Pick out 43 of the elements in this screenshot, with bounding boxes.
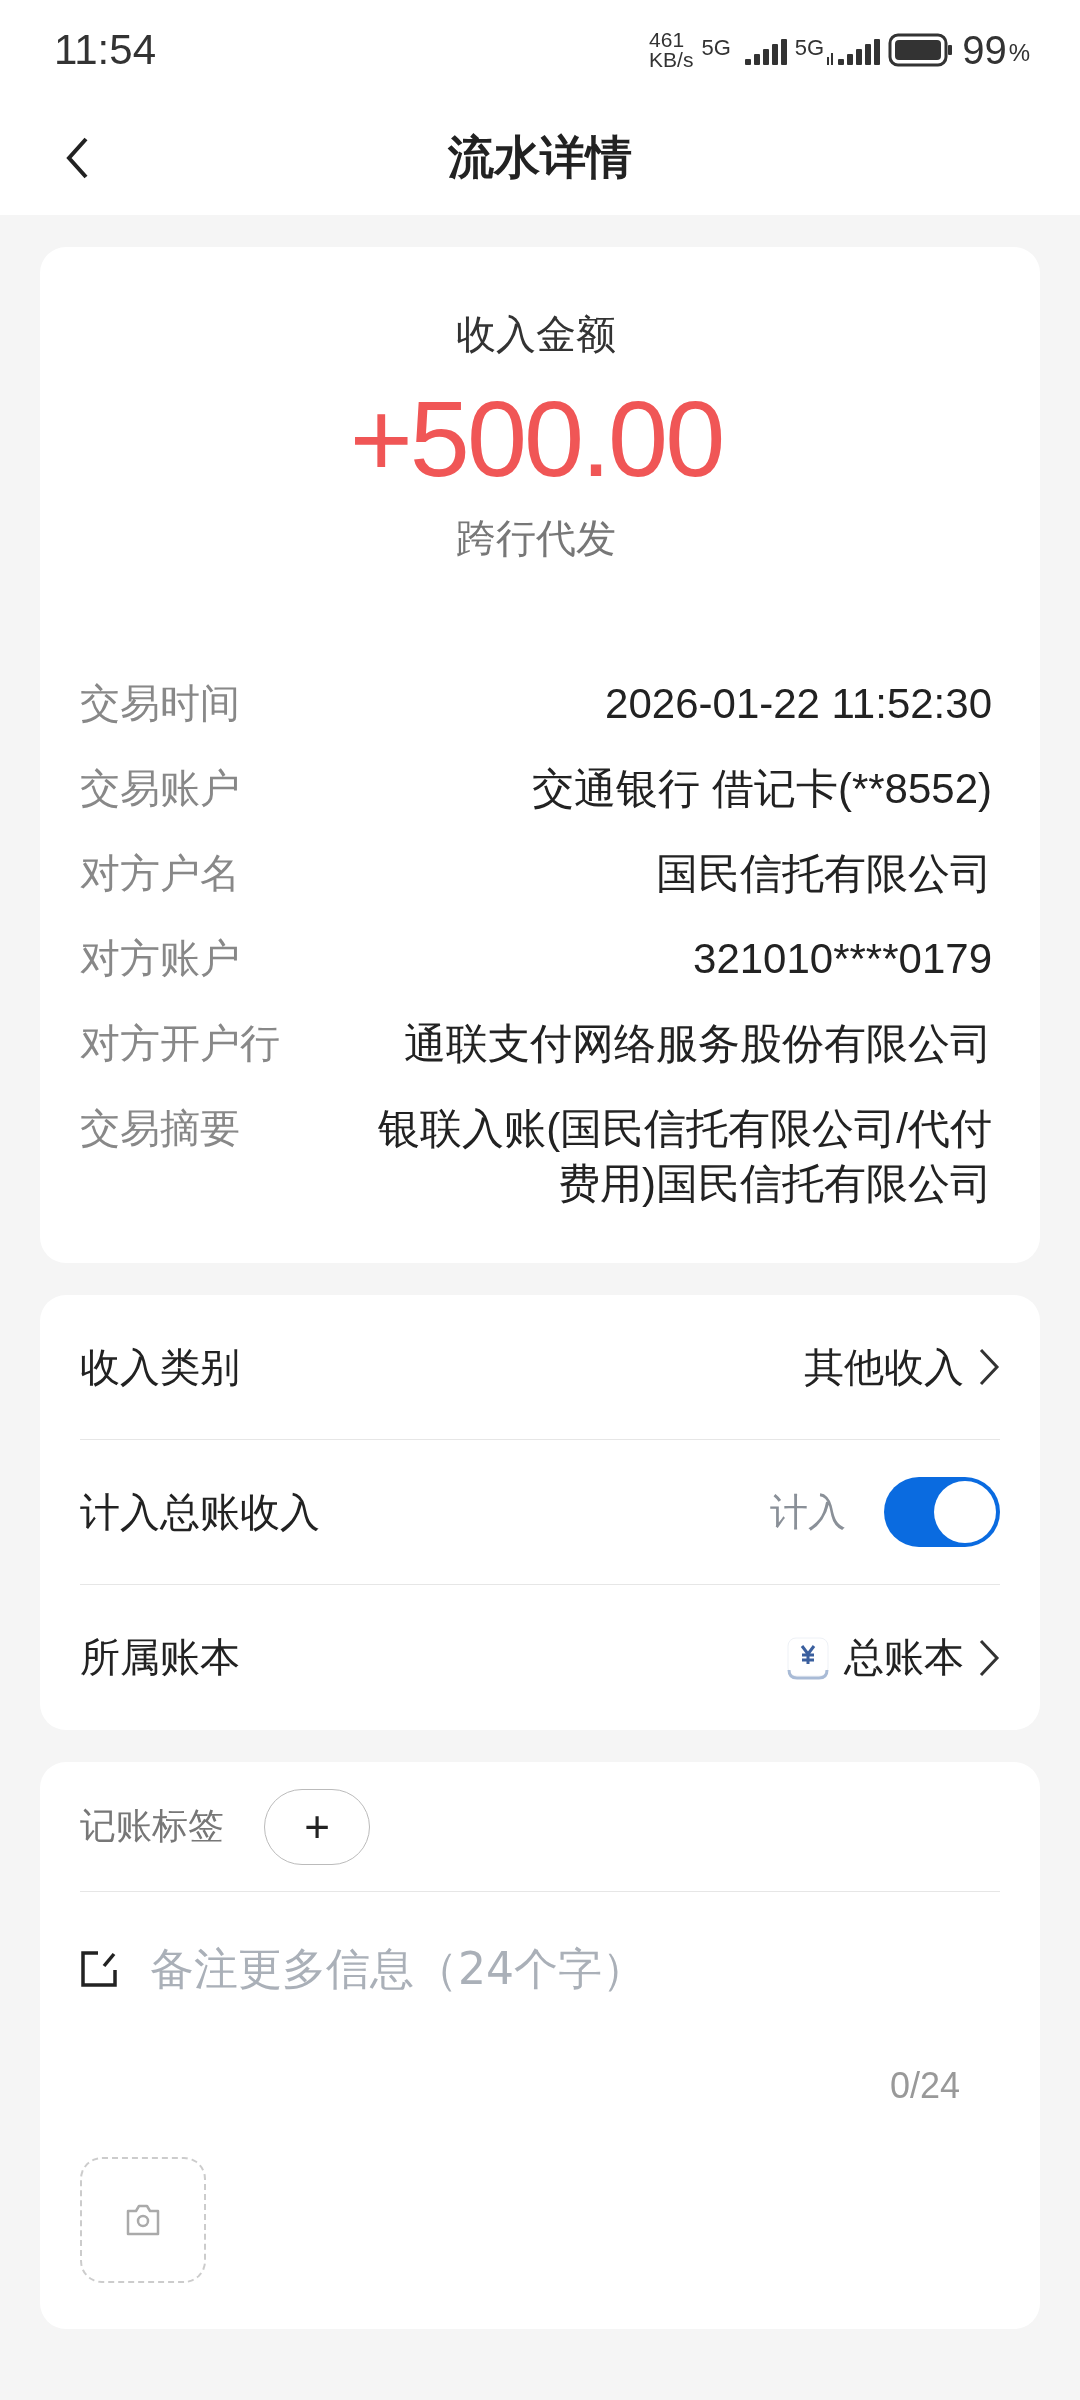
network-speed: 461 xyxy=(649,30,686,50)
ledger-icon xyxy=(786,1635,830,1680)
chevron-right-icon xyxy=(978,1637,1000,1678)
detail-value: 通联支付网络服务股份有限公司 xyxy=(404,1019,992,1069)
setting-label: 所属账本 xyxy=(80,1633,240,1682)
detail-label: 交易时间 xyxy=(80,679,240,728)
network-type: 5G xyxy=(701,35,731,61)
chevron-right-icon xyxy=(978,1347,1000,1387)
network-type: 5G xyxy=(794,35,825,61)
setting-value: 其他收入 xyxy=(804,1342,964,1392)
detail-value: 2026-01-22 11:52:30 xyxy=(605,679,992,729)
detail-value: 交通银行 借记卡(**8552) xyxy=(532,764,992,814)
network-speed-unit: KB/s xyxy=(649,50,694,70)
add-tag-button[interactable]: + xyxy=(264,1788,370,1865)
camera-icon xyxy=(124,2203,162,2237)
tag-label: 记账标签 xyxy=(80,1804,224,1848)
setting-value: 计入 xyxy=(770,1488,846,1536)
battery-level: 99 xyxy=(962,27,1007,73)
detail-value: 银联入账(国民信托有限公司/代付费用)国民信托有限公司 xyxy=(377,1104,992,1209)
detail-label: 交易账户 xyxy=(80,764,240,813)
note-field[interactable]: 备注更多信息（24个字） xyxy=(148,1942,1000,1995)
setting-value: 总账本 xyxy=(844,1633,964,1682)
back-icon xyxy=(65,135,89,180)
setting-row[interactable]: 所属账本 总账本 xyxy=(80,1585,1000,1730)
setting-label: 计入总账收入 xyxy=(80,1487,320,1537)
detail-label: 对方户名 xyxy=(80,849,240,898)
setting-row[interactable]: 计入总账收入 计入 xyxy=(80,1440,1000,1585)
amount-label: 收入金额 xyxy=(456,310,616,359)
character-counter: 0/24 xyxy=(889,2065,960,2107)
page-title: 流水详情 xyxy=(448,128,632,186)
edit-icon xyxy=(80,1949,118,1988)
detail-value: 国民信托有限公司 xyxy=(656,849,992,899)
detail-value: 321010****0179 xyxy=(693,934,992,984)
setting-label: 收入类别 xyxy=(80,1342,240,1392)
transaction-type: 跨行代发 xyxy=(456,514,616,563)
detail-label: 对方开户行 xyxy=(80,1019,280,1068)
battery-icon xyxy=(888,33,955,67)
detail-label: 交易摘要 xyxy=(80,1104,240,1153)
battery-unit: % xyxy=(1008,38,1030,67)
detail-label: 对方账户 xyxy=(80,934,240,983)
status-time: 11:54 xyxy=(54,26,156,74)
amount-value: +500.00 xyxy=(349,377,723,501)
setting-row[interactable]: 收入类别 其他收入 xyxy=(80,1295,1000,1440)
